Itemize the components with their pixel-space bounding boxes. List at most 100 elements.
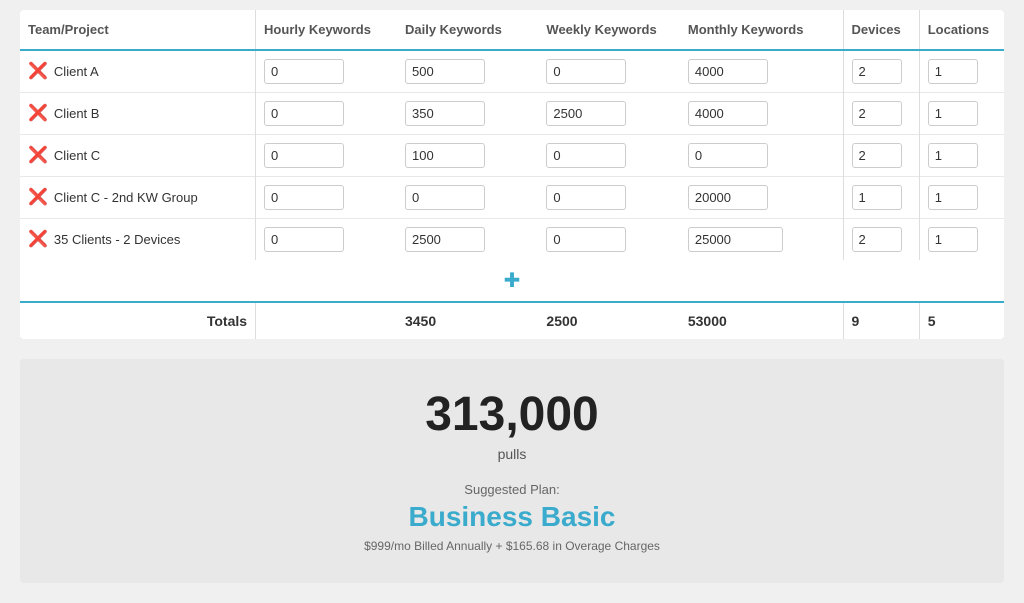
weekly-input[interactable] xyxy=(546,227,626,252)
hourly-input[interactable] xyxy=(264,185,344,210)
totals-label: Totals xyxy=(20,302,256,339)
team-name: Client A xyxy=(54,64,99,79)
add-row-button[interactable]: ✚ xyxy=(504,268,521,293)
locations-input[interactable] xyxy=(928,227,978,252)
hourly-cell xyxy=(256,93,397,135)
daily-cell xyxy=(397,93,538,135)
table-row: ❌ Client C xyxy=(20,135,1004,177)
daily-input[interactable] xyxy=(405,227,485,252)
table-row: ❌ Client C - 2nd KW Group xyxy=(20,177,1004,219)
header-hourly: Hourly Keywords xyxy=(256,10,397,50)
devices-cell xyxy=(843,177,919,219)
table-row: ❌ Client A xyxy=(20,50,1004,93)
weekly-cell xyxy=(538,135,679,177)
devices-input[interactable] xyxy=(852,101,902,126)
remove-row-button[interactable]: ❌ xyxy=(28,190,48,206)
page-wrapper: Team/Project Hourly Keywords Daily Keywo… xyxy=(0,0,1024,603)
locations-cell xyxy=(919,177,1004,219)
team-name: Client B xyxy=(54,106,100,121)
daily-input[interactable] xyxy=(405,59,485,84)
team-name: Client C - 2nd KW Group xyxy=(54,190,198,205)
plan-name: Business Basic xyxy=(40,501,984,533)
remove-row-button[interactable]: ❌ xyxy=(28,106,48,122)
monthly-cell xyxy=(680,135,843,177)
hourly-input[interactable] xyxy=(264,227,344,252)
team-name: 35 Clients - 2 Devices xyxy=(54,232,180,247)
locations-input[interactable] xyxy=(928,143,978,168)
weekly-input[interactable] xyxy=(546,101,626,126)
weekly-cell xyxy=(538,177,679,219)
totals-hourly xyxy=(256,302,397,339)
devices-cell xyxy=(843,219,919,261)
remove-row-button[interactable]: ❌ xyxy=(28,232,48,248)
team-cell: ❌ Client C - 2nd KW Group xyxy=(20,177,256,219)
remove-row-button[interactable]: ❌ xyxy=(28,64,48,80)
daily-input[interactable] xyxy=(405,143,485,168)
weekly-input[interactable] xyxy=(546,143,626,168)
totals-devices: 9 xyxy=(843,302,919,339)
totals-daily: 3450 xyxy=(397,302,538,339)
weekly-cell xyxy=(538,219,679,261)
header-monthly: Monthly Keywords xyxy=(680,10,843,50)
monthly-cell xyxy=(680,50,843,93)
locations-input[interactable] xyxy=(928,185,978,210)
devices-input[interactable] xyxy=(852,143,902,168)
hourly-cell xyxy=(256,50,397,93)
daily-input[interactable] xyxy=(405,101,485,126)
devices-cell xyxy=(843,50,919,93)
team-cell: ❌ Client A xyxy=(20,50,256,93)
daily-cell xyxy=(397,177,538,219)
devices-input[interactable] xyxy=(852,227,902,252)
monthly-input[interactable] xyxy=(688,227,783,252)
pulls-label: pulls xyxy=(40,446,984,462)
daily-input[interactable] xyxy=(405,185,485,210)
add-row-cell: ✚ xyxy=(20,260,1004,302)
monthly-input[interactable] xyxy=(688,143,768,168)
hourly-input[interactable] xyxy=(264,59,344,84)
locations-input[interactable] xyxy=(928,101,978,126)
keywords-table: Team/Project Hourly Keywords Daily Keywo… xyxy=(20,10,1004,339)
monthly-cell xyxy=(680,93,843,135)
team-cell: ❌ Client B xyxy=(20,93,256,135)
table-row: ❌ 35 Clients - 2 Devices xyxy=(20,219,1004,261)
weekly-cell xyxy=(538,50,679,93)
totals-row: Totals 3450 2500 53000 9 5 xyxy=(20,302,1004,339)
locations-cell xyxy=(919,219,1004,261)
totals-locations: 5 xyxy=(919,302,1004,339)
table-container: Team/Project Hourly Keywords Daily Keywo… xyxy=(20,10,1004,339)
totals-monthly: 53000 xyxy=(680,302,843,339)
weekly-input[interactable] xyxy=(546,185,626,210)
team-cell: ❌ Client C xyxy=(20,135,256,177)
devices-input[interactable] xyxy=(852,185,902,210)
locations-cell xyxy=(919,93,1004,135)
remove-row-button[interactable]: ❌ xyxy=(28,148,48,164)
monthly-input[interactable] xyxy=(688,101,768,126)
header-devices: Devices xyxy=(843,10,919,50)
monthly-input[interactable] xyxy=(688,59,768,84)
daily-cell xyxy=(397,219,538,261)
hourly-cell xyxy=(256,177,397,219)
hourly-input[interactable] xyxy=(264,143,344,168)
locations-input[interactable] xyxy=(928,59,978,84)
header-daily: Daily Keywords xyxy=(397,10,538,50)
locations-cell xyxy=(919,135,1004,177)
monthly-input[interactable] xyxy=(688,185,768,210)
daily-cell xyxy=(397,135,538,177)
team-name: Client C xyxy=(54,148,100,163)
table-row: ❌ Client B xyxy=(20,93,1004,135)
team-cell: ❌ 35 Clients - 2 Devices xyxy=(20,219,256,261)
weekly-input[interactable] xyxy=(546,59,626,84)
hourly-input[interactable] xyxy=(264,101,344,126)
hourly-cell xyxy=(256,135,397,177)
totals-weekly: 2500 xyxy=(538,302,679,339)
plan-price: $999/mo Billed Annually + $165.68 in Ove… xyxy=(40,539,984,553)
devices-cell xyxy=(843,93,919,135)
summary-box: 313,000 pulls Suggested Plan: Business B… xyxy=(20,359,1004,583)
devices-input[interactable] xyxy=(852,59,902,84)
monthly-cell xyxy=(680,219,843,261)
header-locations: Locations xyxy=(919,10,1004,50)
header-team: Team/Project xyxy=(20,10,256,50)
suggested-label: Suggested Plan: xyxy=(40,482,984,497)
locations-cell xyxy=(919,50,1004,93)
weekly-cell xyxy=(538,93,679,135)
